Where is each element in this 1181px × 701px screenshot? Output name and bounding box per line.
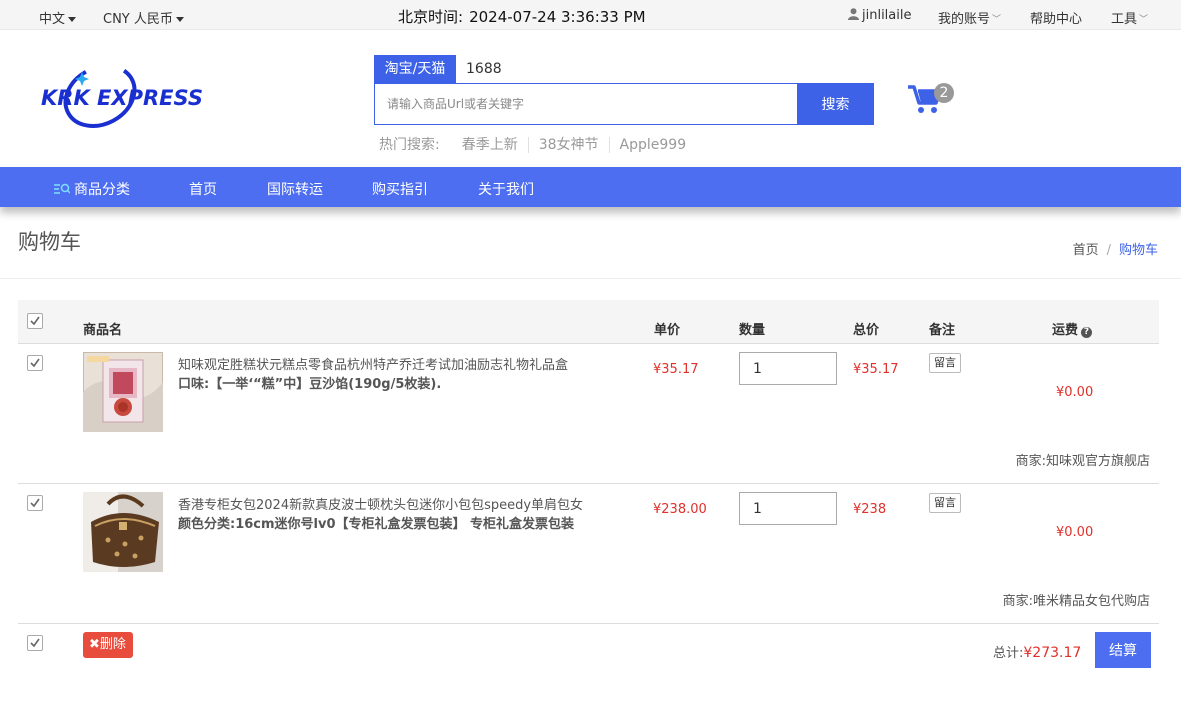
checkout-button[interactable]: 结算	[1095, 632, 1151, 668]
search-input[interactable]	[375, 84, 797, 124]
cake-box-image	[83, 352, 163, 432]
hot-keyword[interactable]: 38女神节	[527, 137, 609, 153]
shipping-fee: ¥0.00	[1056, 525, 1094, 540]
hot-keyword[interactable]: Apple999	[608, 137, 697, 153]
cart-footer: ✖删除 总计:¥273.17 结算	[18, 624, 1159, 674]
hot-searches: 热门搜索: 春季上新 38女神节 Apple999	[379, 134, 697, 154]
user-link[interactable]: jinlilaile	[848, 8, 912, 23]
krk-express-logo[interactable]: KRK EXPRESS	[38, 64, 218, 130]
user-icon	[848, 8, 859, 20]
nav-item-forwarding[interactable]: 国际转运	[267, 179, 323, 199]
header-total: 总价	[853, 323, 880, 338]
leave-note-button[interactable]: 留言	[929, 353, 961, 373]
category-list-icon	[54, 183, 71, 194]
unit-price: ¥35.17	[653, 362, 699, 377]
product-attributes: 颜色分类:16cm迷你号lv0【专柜礼盒发票包装】 专柜礼盒发票包装	[178, 517, 575, 532]
logo-graphic: KRK EXPRESS	[41, 64, 203, 128]
quantity-input[interactable]	[740, 353, 836, 384]
seller-name: 商家:唯米精品女包代购店	[1002, 594, 1150, 609]
beijing-clock: 北京时间: 2024-07-24 3:36:33 PM	[398, 6, 652, 27]
currency-selector[interactable]: CNY 人民币	[103, 8, 184, 27]
chevron-down-icon: ﹀	[992, 15, 1002, 25]
breadcrumb-home[interactable]: 首页	[1073, 243, 1099, 258]
unit-price: ¥238.00	[653, 502, 707, 517]
cart-total: 总计:¥273.17	[993, 642, 1081, 661]
check-icon	[30, 498, 40, 508]
cart-count-badge: 2	[934, 83, 954, 103]
product-name-link[interactable]: 香港专柜女包2024新款真皮波士顿枕头包迷你小包包speedy单肩包女	[178, 494, 583, 513]
nav-item-categories[interactable]: 商品分类	[54, 179, 130, 199]
row-total: ¥35.17	[853, 362, 899, 377]
header-note: 备注	[929, 323, 956, 338]
help-center-label: 帮助中心	[1030, 12, 1083, 27]
leave-note-button[interactable]: 留言	[929, 493, 961, 513]
delete-label: 删除	[99, 637, 126, 652]
hot-keyword[interactable]: 春季上新	[458, 137, 528, 153]
cart-table-header: 商品名 单价 数量 总价 备注 运费?	[18, 300, 1159, 344]
tools-menu[interactable]: 工具 ﹀	[1111, 8, 1148, 27]
table-row: 香港专柜女包2024新款真皮波士顿枕头包迷你小包包speedy单肩包女 颜色分类…	[18, 484, 1159, 624]
my-account-label: 我的账号	[938, 12, 991, 27]
header-shipping-label: 运费	[1052, 323, 1079, 338]
row-total: ¥238	[853, 502, 887, 517]
seller-name: 商家:知味观官方旗舰店	[1015, 454, 1150, 469]
check-icon	[30, 358, 40, 368]
question-circle-icon[interactable]: ?	[1081, 327, 1093, 338]
product-name-link[interactable]: 知味观定胜糕状元糕点零食品杭州特产乔迁考试加油励志礼物礼品盒	[178, 354, 568, 373]
caret-down-icon	[68, 17, 77, 22]
search-button[interactable]: 搜索	[797, 83, 874, 125]
hot-search-label: 热门搜索:	[379, 137, 440, 153]
product-thumbnail[interactable]	[83, 352, 163, 432]
product-thumbnail[interactable]	[83, 492, 163, 572]
table-row: 知味观定胜糕状元糕点零食品杭州特产乔迁考试加油励志礼物礼品盒 口味:【一举‘“糕…	[18, 344, 1159, 484]
quantity-field	[739, 352, 837, 385]
nav-label: 商品分类	[74, 182, 130, 198]
check-icon	[30, 316, 40, 326]
breadcrumb-separator: /	[1106, 243, 1111, 258]
main-nav: 商品分类 首页 国际转运 购买指引 关于我们	[0, 167, 1181, 207]
logo-text: KRK EXPRESS	[41, 86, 203, 110]
divider	[0, 278, 1181, 279]
clock-value: 2024-07-24 3:36:33 PM	[469, 8, 646, 26]
language-label: 中文	[39, 12, 66, 27]
nav-item-about[interactable]: 关于我们	[478, 179, 534, 199]
row-checkbox[interactable]	[27, 355, 43, 371]
breadcrumb: 首页 / 购物车	[1073, 239, 1158, 258]
handbag-image	[83, 492, 163, 572]
select-all-checkbox[interactable]	[27, 313, 43, 329]
close-icon: ✖	[89, 637, 100, 652]
nav-item-guide[interactable]: 购买指引	[372, 179, 428, 199]
username: jinlilaile	[862, 8, 912, 23]
product-attributes: 口味:【一举‘“糕”中】豆沙馅(190g/5枚装).	[178, 377, 442, 392]
total-label: 总计:	[993, 646, 1024, 661]
top-bar: 中文 CNY 人民币 北京时间: 2024-07-24 3:36:33 PM ji…	[0, 0, 1181, 30]
total-value: ¥273.17	[1023, 645, 1082, 661]
currency-label: CNY 人民币	[103, 12, 173, 27]
header-product-name: 商品名	[83, 323, 123, 338]
my-account-menu[interactable]: 我的账号 ﹀	[938, 8, 1001, 27]
breadcrumb-current: 购物车	[1118, 243, 1158, 258]
shipping-fee: ¥0.00	[1056, 385, 1094, 400]
header-shipping: 运费?	[1052, 319, 1093, 338]
caret-down-icon	[175, 17, 184, 22]
tab-taobao-tmall[interactable]: 淘宝/天猫	[374, 55, 456, 83]
page-title: 购物车	[18, 230, 81, 254]
row-checkbox[interactable]	[27, 495, 43, 511]
tools-label: 工具	[1111, 12, 1138, 27]
clock-label: 北京时间:	[398, 8, 464, 26]
help-center-link[interactable]: 帮助中心	[1030, 8, 1082, 27]
header-unit-price: 单价	[654, 323, 681, 338]
chevron-down-icon: ﹀	[1139, 15, 1149, 25]
search-box	[374, 83, 798, 125]
nav-item-home[interactable]: 首页	[189, 179, 217, 199]
header-quantity: 数量	[739, 323, 766, 338]
quantity-input[interactable]	[740, 493, 836, 524]
tab-1688[interactable]: 1688	[466, 55, 502, 83]
language-selector[interactable]: 中文	[39, 8, 77, 27]
select-all-checkbox-bottom[interactable]	[27, 635, 43, 651]
check-icon	[30, 638, 40, 648]
quantity-field	[739, 492, 837, 525]
delete-button[interactable]: ✖删除	[83, 632, 133, 658]
